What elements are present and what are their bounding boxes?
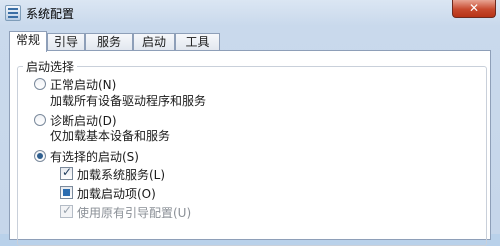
selective-startup-label[interactable]: 有选择的启动(S) (50, 148, 139, 165)
selective-startup-radio[interactable] (34, 150, 46, 162)
use-original-boot-config-label: 使用原有引导配置(U) (77, 206, 192, 220)
normal-startup-radio[interactable] (34, 78, 46, 90)
use-original-boot-config-checkbox (60, 203, 73, 218)
normal-startup-label[interactable]: 正常启动(N) (50, 76, 116, 93)
window-title: 系统配置 (26, 7, 75, 21)
load-startup-items-checkbox[interactable] (60, 186, 73, 199)
normal-startup-description: 加载所有设备驱动程序和服务 (50, 94, 207, 108)
tab-general[interactable]: 常规 (9, 31, 47, 52)
tab-boot[interactable]: 引导 (47, 33, 85, 51)
startup-selection-legend: 启动选择 (23, 58, 78, 75)
title-bar[interactable]: 系统配置 ✕ (0, 0, 500, 26)
close-button[interactable]: ✕ (452, 0, 496, 18)
load-system-services-label[interactable]: 加载系统服务(L) (77, 166, 165, 183)
tab-tools[interactable]: 工具 (175, 33, 220, 51)
tab-startup[interactable]: 启动 (133, 33, 175, 51)
tab-services[interactable]: 服务 (85, 33, 133, 51)
app-icon (5, 5, 21, 21)
load-startup-items-label[interactable]: 加载启动项(O) (77, 185, 156, 202)
diagnostic-startup-radio[interactable] (34, 114, 46, 126)
system-config-window: 系统配置 ✕ 常规 引导 服务 启动 工具 启动选择 正常启动(N) 加载所有设… (0, 0, 500, 246)
load-system-services-checkbox[interactable] (60, 165, 73, 180)
diagnostic-startup-description: 仅加载基本设备和服务 (50, 129, 171, 143)
